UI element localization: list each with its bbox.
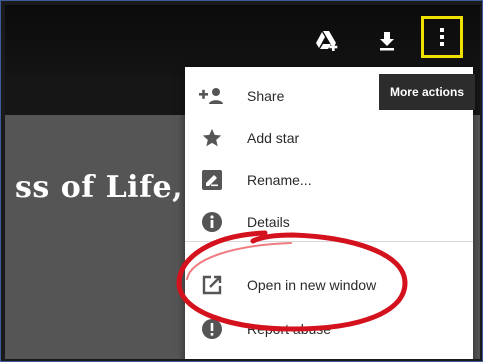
menu-item-label: Rename... xyxy=(247,172,312,188)
menu-item-label: Add star xyxy=(247,130,300,146)
more-actions-button[interactable] xyxy=(421,16,463,58)
info-icon xyxy=(199,209,225,235)
menu-item-label: Report abuse xyxy=(247,321,332,337)
menu-item-label: Details xyxy=(247,214,290,230)
report-icon xyxy=(199,316,225,342)
more-actions-tooltip: More actions xyxy=(379,74,475,110)
person-add-icon xyxy=(199,83,225,109)
edit-icon xyxy=(199,167,225,193)
menu-divider xyxy=(185,241,473,242)
open-in-new-icon xyxy=(199,272,225,298)
more-actions-menu: Share Add star Rename... Details Open in… xyxy=(185,67,473,359)
viewer-window: ss of Life, Share Add star Rename... Det… xyxy=(5,5,480,359)
document-title: ss of Life, xyxy=(15,170,184,205)
menu-item-label: Open in new window xyxy=(247,277,377,293)
menu-item-open-in-new-window[interactable]: Open in new window xyxy=(185,265,473,305)
screenshot-frame: ss of Life, Share Add star Rename... Det… xyxy=(0,0,483,362)
menu-item-rename[interactable]: Rename... xyxy=(185,160,473,200)
star-icon xyxy=(199,125,225,151)
menu-item-label: Share xyxy=(247,88,285,104)
menu-item-details[interactable]: Details xyxy=(185,202,473,242)
more-vert-icon xyxy=(440,28,444,46)
menu-item-report-abuse[interactable]: Report abuse xyxy=(185,309,473,349)
google-drive-add-icon[interactable] xyxy=(313,27,341,55)
menu-item-add-star[interactable]: Add star xyxy=(185,118,473,158)
download-icon[interactable] xyxy=(373,27,401,55)
